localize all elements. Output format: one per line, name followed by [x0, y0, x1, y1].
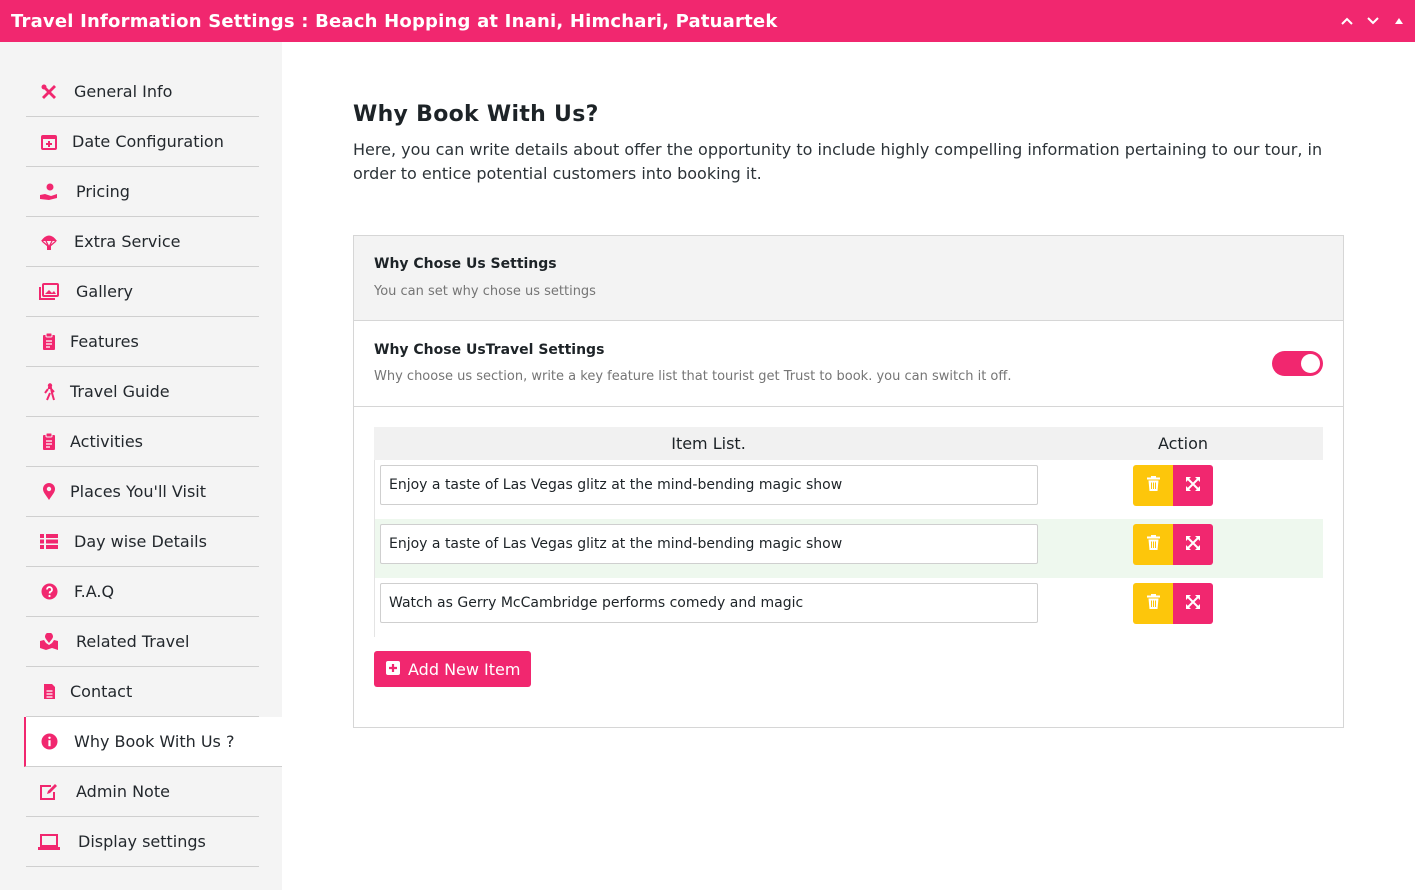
sidebar-item-contact[interactable]: Contact [26, 667, 259, 717]
sidebar-item-features[interactable]: Features [26, 317, 259, 367]
sidebar-item-travel-guide[interactable]: Travel Guide [26, 367, 259, 417]
delete-item-button[interactable] [1133, 524, 1173, 565]
trash-icon [1146, 476, 1160, 495]
sidebar-item-places-youll-visit[interactable]: Places You'll Visit [26, 467, 259, 517]
setting-title: Why Chose UsTravel Settings [374, 342, 605, 358]
map-marker-icon [34, 482, 64, 501]
file-alt-icon [34, 683, 64, 700]
move-item-button[interactable] [1173, 524, 1213, 565]
main-content: Why Book With Us? Here, you can write de… [282, 42, 1415, 890]
edit-icon [34, 783, 64, 801]
why-chose-us-toggle[interactable] [1272, 351, 1323, 376]
sidebar-item-label: Activities [70, 432, 143, 451]
settings-panel: Why Chose Us Settings You can set why ch… [353, 235, 1344, 728]
sidebar-item-label: Contact [70, 682, 133, 701]
chevron-up-icon[interactable] [1339, 13, 1355, 29]
sidebar-item-gallery[interactable]: Gallery [26, 267, 259, 317]
setting-description: Why choose us section, write a key featu… [374, 369, 1012, 384]
arrows-icon [1186, 535, 1200, 554]
clipboard-icon [34, 333, 64, 350]
sidebar-item-label: Places You'll Visit [70, 482, 207, 501]
clipboard-list-icon [34, 433, 64, 450]
sidebar-item-why-book-with-us[interactable]: Why Book With Us ? [24, 717, 282, 767]
move-item-button[interactable] [1173, 583, 1213, 624]
table-row [374, 460, 1323, 519]
sidebar-item-label: F.A.Q [74, 582, 115, 601]
table-row [374, 519, 1323, 578]
sidebar-item-label: General Info [74, 82, 173, 101]
parachute-icon [34, 233, 64, 251]
plus-square-icon [386, 660, 400, 679]
move-item-button[interactable] [1173, 465, 1213, 506]
calendar-plus-icon [34, 133, 64, 150]
trash-icon [1146, 594, 1160, 613]
arrows-icon [1186, 594, 1200, 613]
add-new-item-label: Add New Item [408, 659, 521, 679]
delete-item-button[interactable] [1133, 583, 1173, 624]
sidebar-item-label: Display settings [78, 832, 206, 851]
sidebar-item-label: Admin Note [76, 782, 170, 801]
arrows-icon [1186, 476, 1200, 495]
panel-subtitle: You can set why chose us settings [374, 284, 596, 299]
sidebar-item-label: Features [70, 332, 139, 351]
map-marked-icon [34, 632, 64, 651]
title-bar-controls [1339, 0, 1407, 42]
page-title: Why Book With Us? [353, 102, 599, 127]
sidebar-item-label: Day wise Details [74, 532, 207, 551]
sidebar-item-day-wise-details[interactable]: Day wise Details [26, 517, 259, 567]
hiking-icon [34, 382, 64, 401]
add-new-item-button[interactable]: Add New Item [374, 651, 532, 687]
delete-item-button[interactable] [1133, 465, 1173, 506]
panel-title: Why Chose Us Settings [374, 256, 557, 272]
window-title: Travel Information Settings : Beach Hopp… [11, 10, 778, 32]
chevron-down-icon[interactable] [1365, 13, 1381, 29]
sidebar-item-date-configuration[interactable]: Date Configuration [26, 117, 259, 167]
sidebar-item-faq[interactable]: F.A.Q [26, 567, 259, 617]
sidebar-item-admin-note[interactable]: Admin Note [26, 767, 259, 817]
sidebar-item-activities[interactable]: Activities [26, 417, 259, 467]
sidebar-item-label: Pricing [76, 182, 130, 201]
images-icon [34, 283, 64, 300]
sidebar-item-label: Gallery [76, 282, 133, 301]
item-input[interactable] [380, 524, 1038, 564]
why-chose-us-setting-row: Why Chose UsTravel Settings Why choose u… [354, 321, 1343, 407]
item-input[interactable] [380, 465, 1038, 505]
sidebar-item-related-travel[interactable]: Related Travel [26, 617, 259, 667]
caret-up-icon[interactable] [1391, 13, 1407, 29]
list-icon [34, 534, 64, 549]
hand-dollar-icon [34, 183, 64, 201]
sidebar-item-general-info[interactable]: General Info [26, 67, 259, 117]
laptop-icon [34, 833, 64, 850]
sidebar-item-label: Travel Guide [70, 382, 170, 401]
sidebar-item-label: Related Travel [76, 632, 190, 651]
sidebar-item-display-settings[interactable]: Display settings [26, 817, 259, 867]
column-header-action: Action [1157, 434, 1209, 453]
sidebar-item-label: Why Book With Us ? [74, 732, 235, 751]
question-circle-icon [34, 583, 64, 600]
sidebar-item-pricing[interactable]: Pricing [26, 167, 259, 217]
tools-icon [34, 83, 64, 101]
trash-icon [1146, 535, 1160, 554]
panel-header: Why Chose Us Settings You can set why ch… [354, 236, 1343, 321]
column-header-item-list: Item List. [671, 434, 746, 453]
sidebar-item-label: Date Configuration [72, 132, 224, 151]
page-description: Here, you can write details about offer … [353, 140, 1323, 183]
table-row [374, 578, 1323, 637]
info-circle-icon [34, 733, 64, 750]
sidebar-item-extra-service[interactable]: Extra Service [26, 217, 259, 267]
item-input[interactable] [380, 583, 1038, 623]
title-bar: Travel Information Settings : Beach Hopp… [0, 0, 1415, 42]
sidebar: General Info Date Configuration Pricing … [0, 42, 282, 890]
item-table-header: Item List. Action [374, 427, 1323, 460]
sidebar-item-label: Extra Service [74, 232, 181, 251]
toggle-knob [1301, 354, 1320, 373]
